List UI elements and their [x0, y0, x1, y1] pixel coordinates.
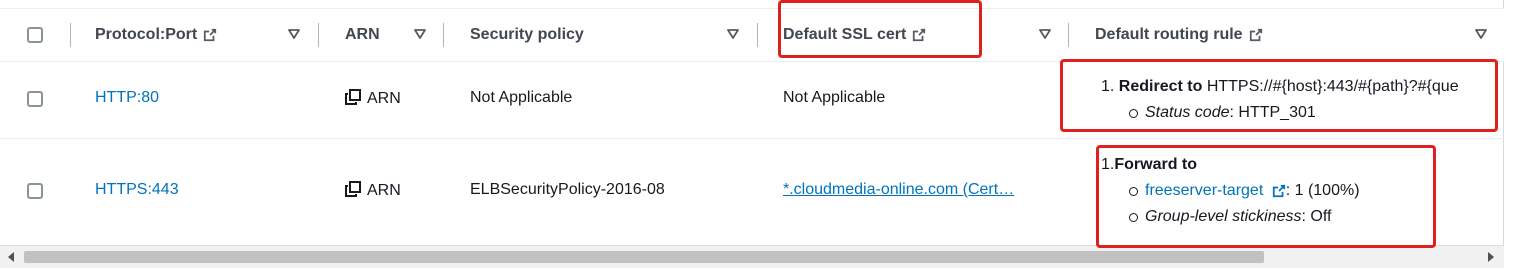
row-checkbox[interactable] [27, 183, 43, 199]
sort-caret-icon[interactable] [727, 29, 739, 39]
sort-caret-icon[interactable] [1475, 29, 1487, 39]
routing-rule: 1. Redirect to HTTPS://#{host}:443/#{pat… [1101, 74, 1501, 126]
external-link-icon [1249, 28, 1262, 42]
target-group-link[interactable]: freeserver-target [1145, 182, 1263, 199]
rule-action: Forward to [1114, 156, 1198, 173]
column-divider [318, 23, 319, 47]
routing-rule: 1.Forward to freeserver-target : 1 (100%… [1101, 152, 1360, 230]
rule-number: 1. [1101, 156, 1115, 173]
row-checkbox[interactable] [27, 91, 43, 107]
rule-action: Redirect to [1118, 78, 1203, 95]
listener-link[interactable]: HTTPS:443 [95, 181, 179, 199]
column-header-label: Default routing rule [1095, 26, 1243, 43]
ssl-cert-link[interactable]: *.cloudmedia-online.com (Cert… [783, 181, 1014, 199]
column-header-protocol-port[interactable]: Protocol:Port [95, 9, 217, 61]
table-row: HTTP:80 ARN Not Applicable Not Applicabl… [0, 60, 1504, 139]
column-divider [443, 23, 444, 47]
redirect-target: HTTPS://#{host}:443/#{path}?#{que [1206, 78, 1459, 95]
arn-label: ARN [367, 182, 401, 199]
scroll-left-arrow-icon[interactable] [8, 252, 14, 262]
column-divider [70, 23, 71, 47]
column-header-label: ARN [345, 26, 380, 43]
copy-arn-button[interactable]: ARN [345, 89, 401, 108]
security-policy-value: Not Applicable [470, 89, 573, 106]
rule-action-line: 1. Redirect to HTTPS://#{host}:443/#{pat… [1101, 74, 1501, 100]
ssl-cert-value: Not Applicable [783, 89, 886, 106]
rule-detail-item: Status code: HTTP_301 [1125, 100, 1501, 126]
rule-target-item: freeserver-target : 1 (100%) [1125, 178, 1360, 204]
column-header-label: Security policy [470, 26, 584, 43]
target-weight: : 1 (100%) [1285, 182, 1360, 199]
copy-icon [345, 89, 361, 105]
security-policy-value: ELBSecurityPolicy-2016-08 [470, 181, 665, 198]
column-divider [1068, 23, 1069, 47]
sort-caret-icon[interactable] [414, 29, 426, 39]
detail-label: Group-level stickiness [1145, 208, 1302, 225]
column-header-security-policy[interactable]: Security policy [470, 9, 584, 61]
rule-action-line: 1.Forward to [1101, 152, 1360, 178]
sort-caret-icon[interactable] [1039, 29, 1051, 39]
detail-label: Status code [1145, 104, 1230, 121]
column-divider [757, 23, 758, 47]
column-header-label: Default SSL cert [783, 26, 907, 43]
horizontal-scrollbar[interactable] [0, 245, 1504, 268]
external-link-icon [204, 28, 217, 42]
listener-link[interactable]: HTTP:80 [95, 89, 159, 107]
rule-number: 1. [1101, 78, 1115, 95]
table-header: Protocol:Port ARN Security policy Defaul… [0, 8, 1504, 62]
listeners-table-frame: Protocol:Port ARN Security policy Defaul… [0, 0, 1504, 268]
column-header-default-ssl-cert[interactable]: Default SSL cert [783, 9, 926, 61]
copy-arn-button[interactable]: ARN [345, 181, 401, 200]
copy-icon [345, 181, 361, 197]
column-header-default-routing-rule[interactable]: Default routing rule [1095, 9, 1263, 61]
detail-value: : HTTP_301 [1229, 104, 1316, 121]
rule-detail-item: Group-level stickiness: Off [1125, 204, 1360, 230]
external-link-icon [913, 28, 926, 42]
table-row: HTTPS:443 ARN ELBSecurityPolicy-2016-08 … [0, 138, 1504, 245]
sort-caret-icon[interactable] [288, 29, 300, 39]
scroll-right-arrow-icon[interactable] [1488, 252, 1494, 262]
arn-label: ARN [367, 90, 401, 107]
external-link-icon[interactable] [1272, 184, 1286, 198]
scrollbar-thumb[interactable] [24, 251, 1264, 263]
column-header-label: Protocol:Port [95, 26, 198, 43]
select-all-checkbox[interactable] [27, 27, 43, 43]
column-header-arn[interactable]: ARN [345, 9, 380, 61]
detail-value: : Off [1301, 208, 1332, 225]
